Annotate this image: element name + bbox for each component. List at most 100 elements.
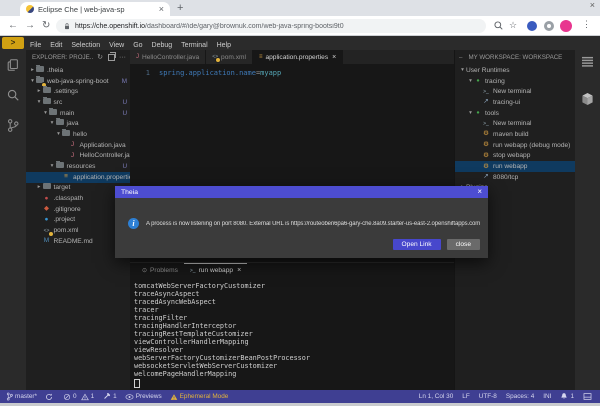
- explorer-item-settings[interactable]: ▸.settings: [26, 86, 130, 97]
- chevron-down-icon[interactable]: ▾: [42, 110, 49, 117]
- workspace-item-run-webapp[interactable]: ⚙run webapp: [455, 161, 575, 172]
- panel-minimize-icon[interactable]: –: [459, 54, 462, 61]
- menu-view[interactable]: View: [109, 42, 124, 49]
- window-close-button[interactable]: ×: [590, 0, 595, 10]
- toggle-panel-button[interactable]: [583, 392, 594, 401]
- bookmark-star-icon[interactable]: ☆: [509, 20, 517, 31]
- markdown-icon: M: [43, 237, 51, 245]
- explorer-files-icon[interactable]: [6, 58, 20, 72]
- workspace-item-tools[interactable]: ▾●tools: [455, 108, 575, 119]
- source-control-icon[interactable]: [6, 118, 20, 133]
- dialog-close-icon[interactable]: ×: [477, 188, 482, 196]
- reload-icon[interactable]: ↻: [42, 20, 50, 32]
- chevron-down-icon[interactable]: ▾: [55, 131, 62, 138]
- refresh-icon[interactable]: ↻: [97, 54, 103, 62]
- explorer-item-resources[interactable]: ▾resourcesU: [26, 161, 130, 172]
- menu-debug[interactable]: Debug: [152, 42, 173, 49]
- problems-indicator[interactable]: 0 1: [63, 393, 94, 401]
- editor-tab-hellocontroller-java[interactable]: JHelloController.java: [130, 50, 206, 64]
- new-tab-button[interactable]: +: [177, 2, 183, 14]
- code-line[interactable]: 1 spring.application.name=myapp: [130, 69, 454, 77]
- explorer-item-web-java-spring-boot[interactable]: ▾web-java-spring-bootM: [26, 76, 130, 87]
- terminal-line: viewResolver: [134, 346, 454, 354]
- outline-list-icon[interactable]: [581, 56, 594, 67]
- browser-menu-icon[interactable]: ⋮: [582, 19, 591, 30]
- search-icon[interactable]: [6, 88, 20, 102]
- extension-icon[interactable]: [527, 21, 537, 31]
- chevron-down-icon[interactable]: ▾: [36, 99, 43, 106]
- che-logo[interactable]: >: [2, 37, 24, 49]
- tree-item-label: .theia: [47, 67, 63, 74]
- notifications-indicator[interactable]: 1: [560, 392, 574, 401]
- workspace-item-run-webapp-debug-mode[interactable]: ⚙run webapp (debug mode): [455, 140, 575, 151]
- workspace-item-maven-build[interactable]: ⚙maven build: [455, 129, 575, 140]
- explorer-item-theia[interactable]: ▸ .theia: [26, 65, 130, 76]
- chevron-down-icon[interactable]: ▾: [467, 110, 474, 117]
- workspace-item-8080-tcp[interactable]: ↗8080/tcp: [455, 172, 575, 183]
- panel-tab-run-webapp[interactable]: >_run webapp×: [184, 263, 247, 277]
- browser-tab[interactable]: Eclipse Che | web-java-sp ×: [20, 2, 170, 16]
- menu-help[interactable]: Help: [217, 42, 231, 49]
- folder-icon: [56, 162, 64, 171]
- ephemeral-mode-indicator[interactable]: Ephemeral Mode: [170, 393, 229, 401]
- tab-close-icon[interactable]: ×: [332, 54, 336, 61]
- address-bar[interactable]: https://che.openshift.io/dashboard/#/ide…: [56, 19, 486, 33]
- tab-close-icon[interactable]: ×: [159, 5, 164, 14]
- git-branch-indicator[interactable]: master*: [6, 392, 37, 401]
- chevron-right-icon[interactable]: ▸: [36, 88, 43, 95]
- workspace-item-tracing[interactable]: ▾●tracing: [455, 76, 575, 87]
- workspace-item-user-runtimes[interactable]: ▾User Runtimes: [455, 65, 575, 76]
- workspace-item-new-terminal[interactable]: >_New terminal: [455, 118, 575, 129]
- menu-go[interactable]: Go: [133, 42, 142, 49]
- zoom-page-icon[interactable]: [493, 20, 504, 31]
- chevron-down-icon[interactable]: ▾: [49, 163, 56, 170]
- menu-edit[interactable]: Edit: [50, 42, 62, 49]
- close-button[interactable]: close: [447, 239, 480, 250]
- profile-avatar[interactable]: [560, 20, 572, 32]
- chevron-down-icon[interactable]: ▾: [459, 67, 466, 74]
- forward-icon[interactable]: →: [25, 20, 35, 32]
- more-actions-icon[interactable]: ···: [119, 54, 126, 62]
- explorer-item-hellocontroller-java[interactable]: JHelloController.java: [26, 151, 130, 162]
- encoding-indicator[interactable]: UTF-8: [479, 393, 497, 400]
- workspace-item-new-terminal[interactable]: >_New terminal: [455, 86, 575, 97]
- explorer-item-application-properties[interactable]: ≡application.propertiesU: [26, 172, 130, 183]
- chevron-right-icon[interactable]: ▸: [29, 67, 36, 74]
- cursor-position[interactable]: Ln 1, Col 30: [419, 393, 453, 400]
- workspace-item-stop-webapp[interactable]: ⚙stop webapp: [455, 151, 575, 162]
- previews-button[interactable]: Previews: [125, 393, 162, 401]
- menu-terminal[interactable]: Terminal: [181, 42, 207, 49]
- terminal-output[interactable]: tomcatWebServerFactoryCustomizertraceAsy…: [130, 277, 454, 388]
- explorer-item-hello[interactable]: ▾hello: [26, 129, 130, 140]
- tree-item-label: .project: [54, 216, 76, 223]
- explorer-item-java[interactable]: ▾java: [26, 118, 130, 129]
- explorer-item-main[interactable]: ▾mainU: [26, 108, 130, 119]
- terminal-icon: >_: [190, 268, 196, 274]
- chevron-down-icon[interactable]: ▾: [29, 78, 36, 85]
- tasks-indicator[interactable]: 1: [102, 392, 117, 401]
- bottom-panel: ⊙Problems>_run webapp× tomcatWebServerFa…: [130, 262, 454, 390]
- chevron-down-icon[interactable]: ▾: [467, 78, 474, 85]
- tab-close-icon[interactable]: ×: [237, 267, 241, 274]
- collapse-all-icon[interactable]: [108, 54, 115, 61]
- chevron-down-icon[interactable]: ▾: [49, 120, 56, 127]
- open-link-button[interactable]: Open Link: [393, 239, 441, 250]
- indentation-indicator[interactable]: Spaces: 4: [506, 393, 534, 400]
- menu-selection[interactable]: Selection: [71, 42, 100, 49]
- back-icon[interactable]: ←: [8, 20, 18, 32]
- language-mode[interactable]: INI: [543, 393, 551, 400]
- explorer-item-application-java[interactable]: JApplication.java: [26, 140, 130, 151]
- explorer-item-src[interactable]: ▾srcU: [26, 97, 130, 108]
- extension-gear-icon[interactable]: [544, 21, 554, 31]
- chevron-right-icon[interactable]: ▸: [36, 184, 43, 191]
- editor-tab-pom-xml[interactable]: <>pom.xml: [206, 50, 253, 64]
- menu-file[interactable]: File: [30, 42, 41, 49]
- eol-indicator[interactable]: LF: [462, 393, 469, 400]
- editor-tab-application-properties[interactable]: ≡application.properties×: [253, 50, 343, 64]
- eye-icon: [125, 393, 134, 401]
- dialog-title-bar[interactable]: Theia ×: [115, 186, 488, 198]
- sync-indicator[interactable]: [45, 393, 55, 401]
- workspace-item-tracing-ui[interactable]: ↗tracing-ui: [455, 97, 575, 108]
- panel-tab-problems[interactable]: ⊙Problems: [136, 263, 184, 277]
- plugins-box-icon[interactable]: [581, 92, 594, 106]
